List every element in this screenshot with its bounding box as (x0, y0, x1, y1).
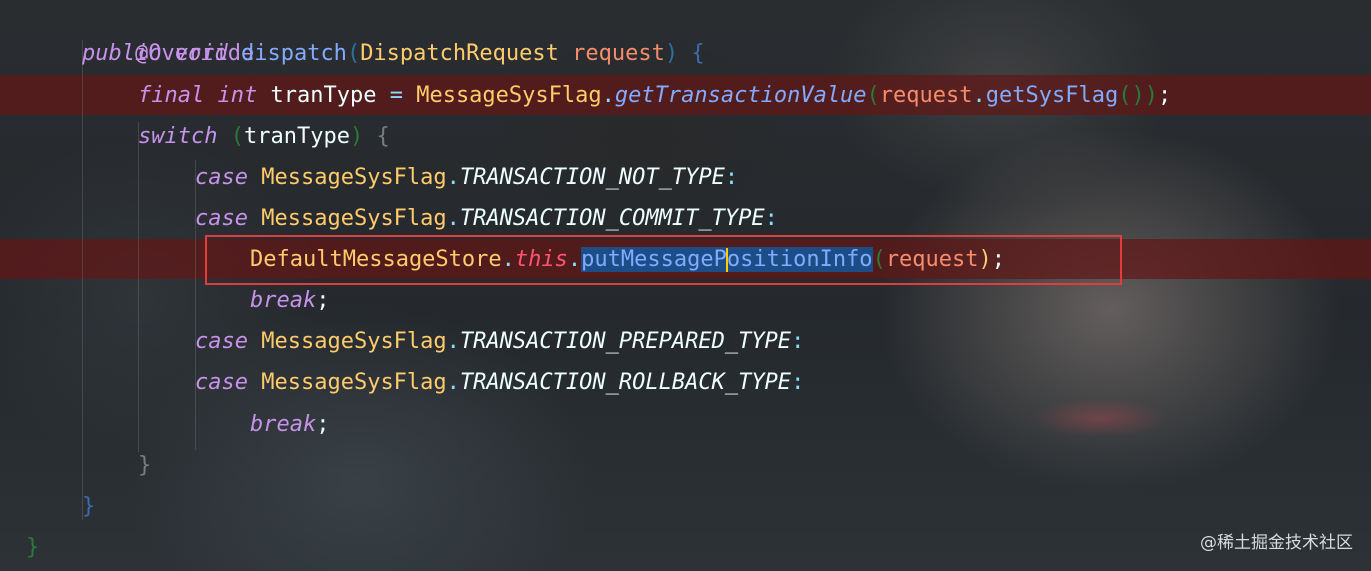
semicolon-token: ; (316, 288, 330, 313)
dot-token: . (601, 83, 615, 108)
code-line-case-commit-type[interactable]: case MessageSysFlag.TRANSACTION_COMMIT_T… (195, 198, 778, 239)
brace-token: { (376, 124, 390, 149)
method-call: getSysFlag (985, 83, 1119, 108)
semicolon-token: ; (316, 412, 330, 437)
dot-token: . (446, 165, 460, 190)
brace-token: } (82, 494, 96, 519)
keyword-switch: switch (138, 124, 218, 149)
paren-token: ) (349, 124, 364, 149)
paren-token: ) (1144, 83, 1158, 108)
keyword-final: final (138, 83, 205, 108)
brace-token: } (26, 535, 40, 560)
highlight-box (205, 235, 1122, 285)
keyword-case: case (195, 370, 248, 395)
code-line-case-rollback-type[interactable]: case MessageSysFlag.TRANSACTION_ROLLBACK… (195, 362, 804, 403)
code-line-trantype-assign[interactable]: final int tranType = MessageSysFlag.getT… (138, 75, 1171, 116)
argument-name: request (879, 83, 973, 108)
code-line-case-prepared-type[interactable]: case MessageSysFlag.TRANSACTION_PREPARED… (195, 321, 804, 362)
operator-token: = (389, 83, 403, 108)
paren-token: () (1118, 83, 1145, 108)
colon-token: : (724, 165, 739, 190)
code-line-switch[interactable]: switch (tranType) { (138, 116, 390, 157)
dot-token: . (446, 206, 460, 231)
constant-name: TRANSACTION_NOT_TYPE (459, 165, 725, 190)
paren-token: ( (230, 124, 244, 149)
paren-token: ) (664, 41, 679, 66)
colon-token: : (791, 370, 805, 395)
keyword-break: break (250, 288, 317, 313)
brace-token: } (138, 453, 152, 478)
keyword-void: void (174, 41, 228, 66)
constant-name: TRANSACTION_ROLLBACK_TYPE (459, 370, 792, 395)
dot-token: . (446, 370, 460, 395)
variable-name: tranType (270, 83, 377, 108)
constant-name: TRANSACTION_PREPARED_TYPE (459, 329, 792, 354)
code-line-close-switch[interactable]: } (138, 445, 151, 486)
class-name: MessageSysFlag (261, 206, 447, 231)
paren-token: ( (346, 41, 361, 66)
class-name: MessageSysFlag (261, 329, 447, 354)
code-line-close-method[interactable]: } (82, 486, 95, 527)
keyword-case: case (195, 206, 248, 231)
keyword-int: int (217, 83, 258, 108)
colon-token: : (791, 329, 805, 354)
colon-token: : (764, 206, 778, 231)
paren-token: ( (866, 83, 880, 108)
variable-name: tranType (243, 124, 350, 149)
code-line-case-not-type[interactable]: case MessageSysFlag.TRANSACTION_NOT_TYPE… (195, 157, 738, 198)
code-line-annotation[interactable]: @Override (82, 0, 254, 66)
param-type: DispatchRequest (360, 41, 559, 66)
dot-token: . (972, 83, 986, 108)
param-name: request (572, 41, 665, 66)
code-line-close-class[interactable]: } (26, 527, 39, 568)
code-editor[interactable]: @Override public void dispatch(DispatchR… (0, 0, 1371, 571)
keyword-case: case (195, 165, 248, 190)
code-line-break[interactable]: break; (250, 280, 329, 321)
keyword-break: break (250, 412, 317, 437)
constant-name: TRANSACTION_COMMIT_TYPE (459, 206, 765, 231)
code-line-method-signature[interactable]: public void dispatch(DispatchRequest req… (82, 33, 705, 74)
dot-token: . (446, 329, 460, 354)
class-name: MessageSysFlag (261, 165, 447, 190)
class-name: MessageSysFlag (261, 370, 447, 395)
semicolon-token: ; (1157, 83, 1172, 108)
watermark-text: @稀土掘金技术社区 (1200, 533, 1353, 553)
code-line-break[interactable]: break; (250, 404, 329, 445)
method-name: dispatch (240, 41, 347, 66)
static-method-name: getTransactionValue (614, 83, 867, 108)
keyword-public: public (82, 41, 162, 66)
keyword-case: case (195, 329, 248, 354)
class-name: MessageSysFlag (416, 83, 602, 108)
brace-token: { (691, 41, 705, 66)
